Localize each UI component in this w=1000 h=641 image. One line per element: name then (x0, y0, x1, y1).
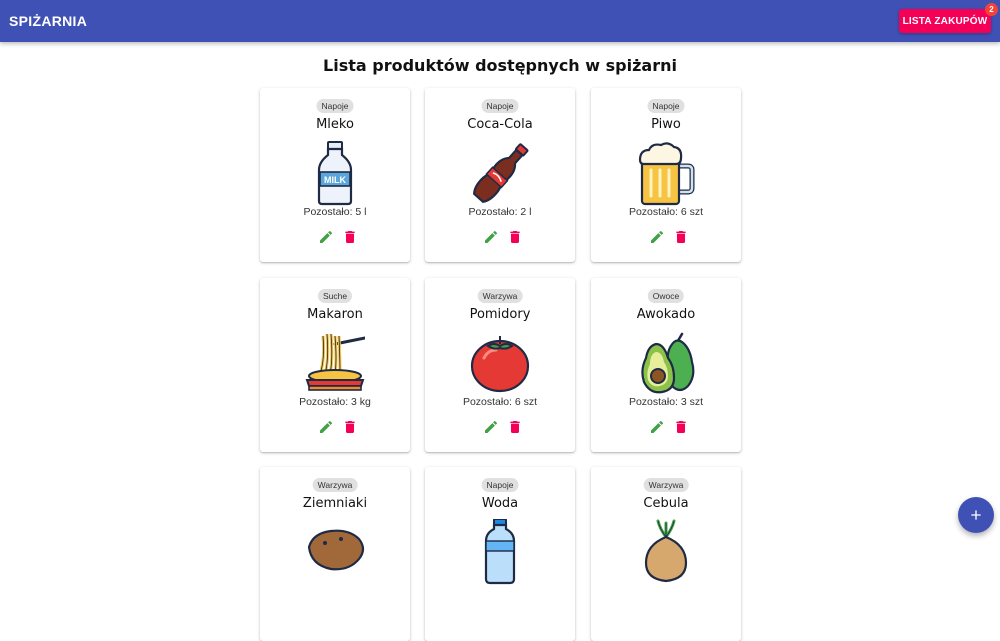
plus-icon (971, 510, 981, 520)
potato-icon (305, 519, 365, 585)
edit-button[interactable] (483, 419, 499, 435)
page-title: Lista produktów dostępnych w spiżarni (323, 56, 677, 75)
shopping-list-button[interactable]: LISTA ZAKUPÓW (899, 9, 991, 33)
pencil-icon (320, 230, 333, 243)
delete-button[interactable] (507, 229, 523, 245)
beer-mug-icon (636, 140, 696, 206)
delete-button[interactable] (507, 419, 523, 435)
delete-button[interactable] (342, 419, 358, 435)
category-chip: Napoje (481, 478, 519, 492)
app-title: SPIŻARNIA (9, 13, 88, 29)
remaining-quantity: Pozostało: 6 szt (628, 206, 704, 218)
onion-icon (636, 519, 696, 585)
delete-button[interactable] (673, 229, 689, 245)
pencil-icon (320, 420, 333, 433)
edit-button[interactable] (318, 229, 334, 245)
tomato-icon (470, 330, 530, 396)
trash-icon (676, 231, 686, 243)
product-card-pomidory: Warzywa Pomidory Pozostało: 6 szt (425, 278, 575, 452)
app-bar: SPIŻARNIA LISTA ZAKUPÓW 2 (0, 0, 1000, 42)
pencil-icon (485, 420, 498, 433)
delete-button[interactable] (673, 419, 689, 435)
product-name: Cebula (643, 496, 689, 511)
category-chip: Napoje (316, 99, 354, 113)
trash-icon (345, 231, 355, 243)
category-chip: Napoje (647, 99, 685, 113)
product-card-woda: Napoje Woda (425, 467, 575, 641)
pencil-icon (485, 230, 498, 243)
product-card-awokado: Owoce Awokado Pozostało: 3 szt (591, 278, 741, 452)
remaining-quantity: Pozostało: 3 kg (299, 396, 371, 408)
svg-text:MILK: MILK (324, 175, 346, 185)
product-card-makaron: Suche Makaron Pozostało: 3 kg (260, 278, 410, 452)
remaining-quantity: Pozostało: 6 szt (462, 396, 538, 408)
product-card-mleko: Napoje Mleko MILK Pozostało: 5 l (260, 88, 410, 262)
product-name: Mleko (316, 117, 354, 132)
product-card-cebula: Warzywa Cebula (591, 467, 741, 641)
remaining-quantity: Pozostało: 2 l (468, 206, 532, 218)
pencil-icon (651, 420, 664, 433)
category-chip: Owoce (647, 289, 685, 303)
edit-button[interactable] (649, 229, 665, 245)
trash-icon (345, 421, 355, 433)
avocado-icon (636, 330, 696, 396)
edit-button[interactable] (318, 419, 334, 435)
edit-button[interactable] (649, 419, 665, 435)
product-name: Makaron (307, 307, 363, 322)
product-name: Ziemniaki (302, 496, 368, 511)
milk-bottle-icon: MILK (305, 140, 365, 206)
water-bottle-icon (470, 518, 530, 585)
product-name: Pomidory (469, 307, 531, 322)
edit-button[interactable] (483, 229, 499, 245)
trash-icon (510, 231, 520, 243)
shopping-list-badge: 2 (985, 3, 998, 16)
pasta-bowl-icon (305, 330, 367, 396)
product-name: Coca-Cola (467, 117, 533, 132)
trash-icon (510, 421, 520, 433)
product-name: Woda (481, 496, 519, 511)
trash-icon (676, 421, 686, 433)
product-name: Awokado (636, 307, 696, 322)
remaining-quantity: Pozostało: 3 szt (628, 396, 704, 408)
category-chip: Warzywa (643, 478, 689, 492)
product-card-piwo: Napoje Piwo Pozostało: 6 szt (591, 88, 741, 262)
product-card-ziemniaki: Warzywa Ziemniaki (260, 467, 410, 641)
category-chip: Napoje (481, 99, 519, 113)
remaining-quantity: Pozostało: 5 l (303, 206, 367, 218)
product-name: Piwo (651, 117, 681, 132)
delete-button[interactable] (342, 229, 358, 245)
category-chip: Warzywa (477, 289, 523, 303)
cola-bottle-icon (470, 140, 530, 206)
pencil-icon (651, 230, 664, 243)
category-chip: Suche (317, 289, 353, 303)
category-chip: Warzywa (312, 478, 358, 492)
add-product-button[interactable] (958, 497, 994, 533)
product-card-coca-cola: Napoje Coca-Cola Pozostało: 2 l (425, 88, 575, 262)
